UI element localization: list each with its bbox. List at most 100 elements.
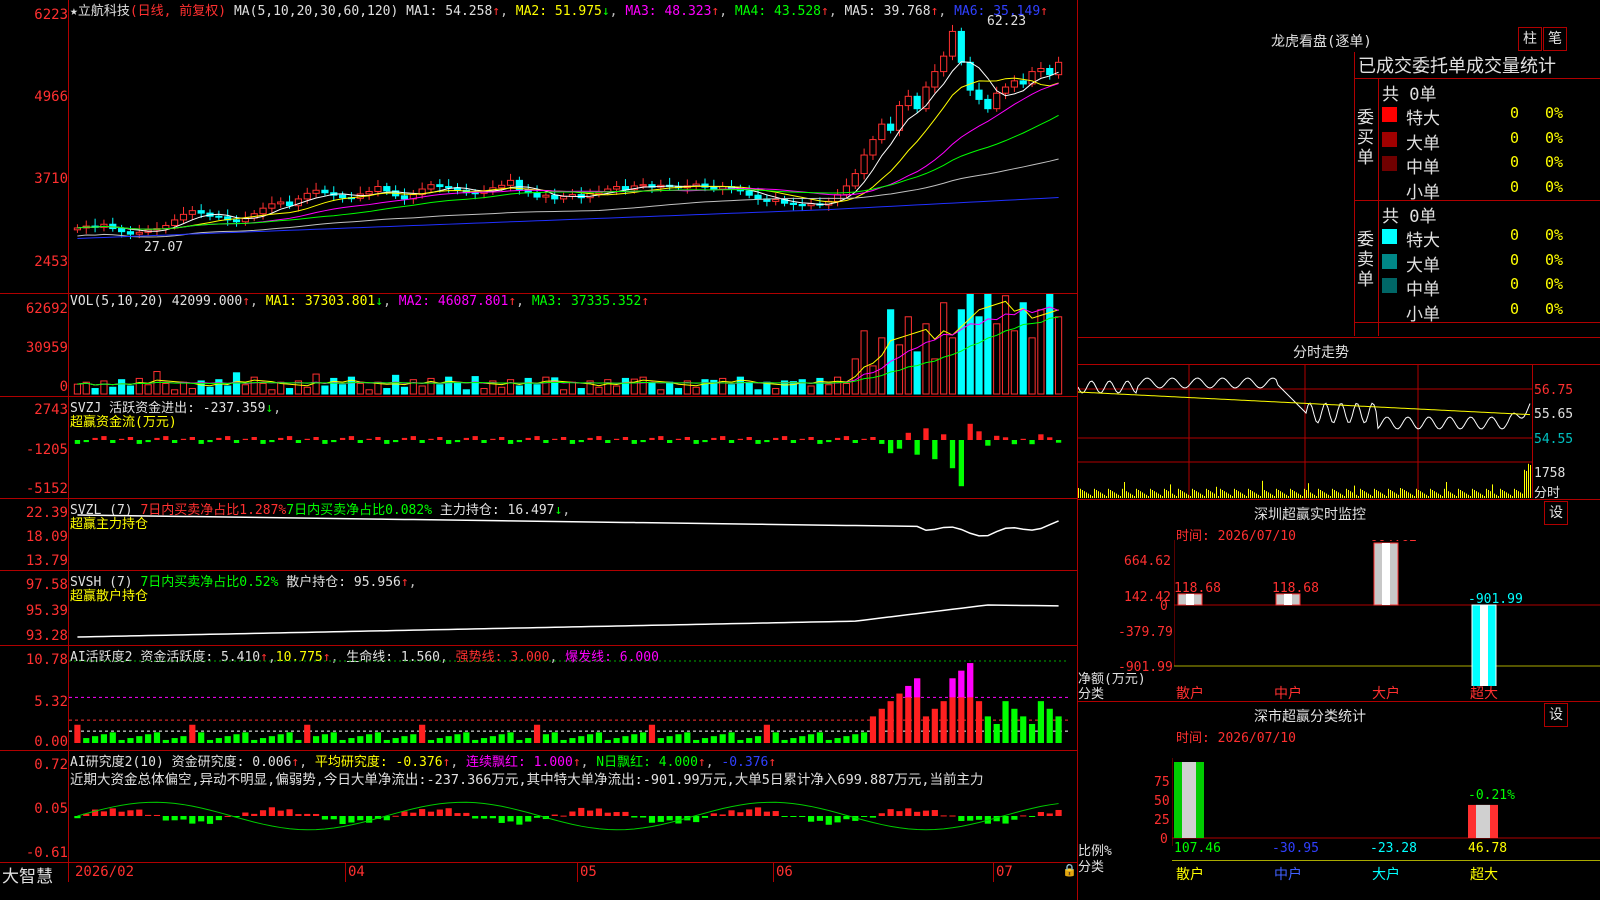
intraday-vol-bar — [1270, 493, 1271, 498]
svzj-bar — [1020, 438, 1026, 440]
ai-activity-chart[interactable] — [69, 646, 1076, 750]
intraday-vol-bar — [1158, 493, 1159, 498]
ai-bar — [127, 738, 134, 743]
tick-view-button[interactable]: 笔 — [1543, 27, 1567, 51]
candle-body — [135, 231, 143, 235]
candle-body — [931, 71, 939, 88]
intraday-panel[interactable]: 分时走势 56.75 55.65 54.55 1758 分时 — [1078, 338, 1600, 501]
candle-body — [445, 186, 453, 189]
volume-bar — [1019, 302, 1027, 395]
ai-bar — [507, 732, 514, 743]
date-tick: 2026/02 — [75, 864, 135, 880]
air-bar — [419, 809, 426, 816]
classstat-bar-chart[interactable] — [1172, 758, 1600, 846]
intraday-vol-bar — [1338, 492, 1339, 498]
svzj-bar — [1047, 437, 1053, 440]
intraday-vol-bar — [1428, 496, 1429, 498]
buy-name: 小单 — [1406, 182, 1440, 203]
classstat-bar-highlight — [1476, 804, 1490, 838]
ai-burst-segment — [905, 685, 912, 698]
intraday-vol-bar — [1400, 488, 1401, 498]
ai-bar — [710, 736, 717, 743]
air-bar — [268, 807, 275, 816]
svzj-bar — [472, 436, 478, 440]
buy-side-label: 委买单 — [1357, 108, 1374, 168]
svzj-bar — [180, 438, 187, 440]
intraday-vol-bar — [1260, 496, 1261, 498]
monitor-bar-chart[interactable]: 118.68 118.68 664.62 -901.99 — [1174, 540, 1600, 686]
svzj-bar — [145, 440, 151, 443]
svzj-bar — [163, 436, 169, 440]
bar-view-button[interactable]: 柱 — [1518, 27, 1542, 51]
svzj-bar — [658, 436, 664, 440]
ai-bar — [489, 736, 496, 743]
monitor-bar-label: 118.68 — [1174, 581, 1221, 596]
candle-body — [993, 92, 1001, 110]
intraday-vol-bar — [1392, 491, 1393, 498]
intraday-chart[interactable] — [1078, 365, 1532, 499]
air-bar — [807, 816, 815, 822]
volume-bar — [418, 385, 426, 395]
air-bar — [454, 813, 461, 816]
candle-body — [772, 199, 780, 202]
svzj-bar — [675, 438, 682, 440]
air-bar — [940, 815, 947, 817]
candle-body — [621, 186, 630, 191]
candle-body — [197, 210, 205, 214]
volume-bar — [798, 379, 806, 395]
intraday-vol-bar — [1082, 490, 1083, 498]
svzj-bar — [101, 436, 107, 440]
ai-bar — [109, 732, 116, 743]
air-tick: 0.72 — [34, 757, 68, 773]
classstat-tick: 0 — [1160, 832, 1168, 847]
svzj-bar — [410, 436, 416, 440]
volume-bar — [383, 388, 391, 395]
svzl-chart[interactable] — [69, 499, 1076, 570]
kline-area[interactable]: ★立航科技(日线, 前复权) MA(5,10,20,30,60,120) MA1… — [0, 0, 1077, 863]
volume-bar — [436, 384, 444, 395]
volume-bar — [162, 382, 170, 395]
intraday-vol-bar — [1236, 490, 1237, 498]
sell-count: 0 — [1510, 250, 1520, 269]
svzj-bar — [366, 438, 372, 440]
air-bar — [772, 811, 779, 816]
candle-body — [427, 184, 435, 190]
air-bar — [348, 816, 355, 823]
intraday-vol-bar — [1226, 492, 1227, 498]
intraday-vol-bar — [1166, 490, 1167, 498]
air-bar — [569, 811, 576, 816]
air-bar — [259, 810, 267, 816]
candle-body — [869, 139, 877, 156]
ai-bar — [542, 734, 549, 743]
volume-bar — [241, 384, 249, 395]
lock-icon[interactable]: 🔒 — [1062, 863, 1077, 877]
volume-chart[interactable] — [69, 294, 1076, 396]
intraday-vol-bar — [1092, 496, 1093, 498]
monitor-settings-button[interactable]: 设 — [1544, 501, 1568, 525]
candle-body — [339, 194, 347, 199]
candle-body — [400, 195, 409, 200]
svzj-bar — [92, 437, 98, 440]
air-bar — [737, 812, 744, 816]
volume-bar — [109, 386, 117, 395]
classstat-settings-button[interactable]: 设 — [1544, 703, 1568, 727]
ai-bar — [675, 734, 682, 743]
svzj-chart[interactable] — [69, 397, 1076, 498]
intraday-vol-bar — [1518, 491, 1519, 498]
intraday-vol-bar — [1146, 494, 1147, 498]
svzj-bar — [923, 428, 929, 440]
candlestick-chart[interactable] — [69, 0, 1076, 293]
svsh-chart[interactable] — [69, 571, 1076, 645]
intraday-vol-bar — [1410, 493, 1411, 498]
intraday-vol-bar — [1238, 491, 1239, 498]
candle-body — [118, 228, 126, 233]
ai-research-chart[interactable] — [69, 786, 1076, 862]
sell-pct: 0% — [1545, 226, 1564, 244]
candle-body — [842, 185, 851, 196]
sell-pct: 0% — [1545, 275, 1564, 293]
svzj-bar — [879, 440, 885, 444]
intraday-tick: 55.65 — [1534, 407, 1574, 422]
svzj-bar — [887, 440, 894, 454]
volume-bar — [480, 388, 488, 395]
sell-count: 0 — [1510, 275, 1520, 293]
